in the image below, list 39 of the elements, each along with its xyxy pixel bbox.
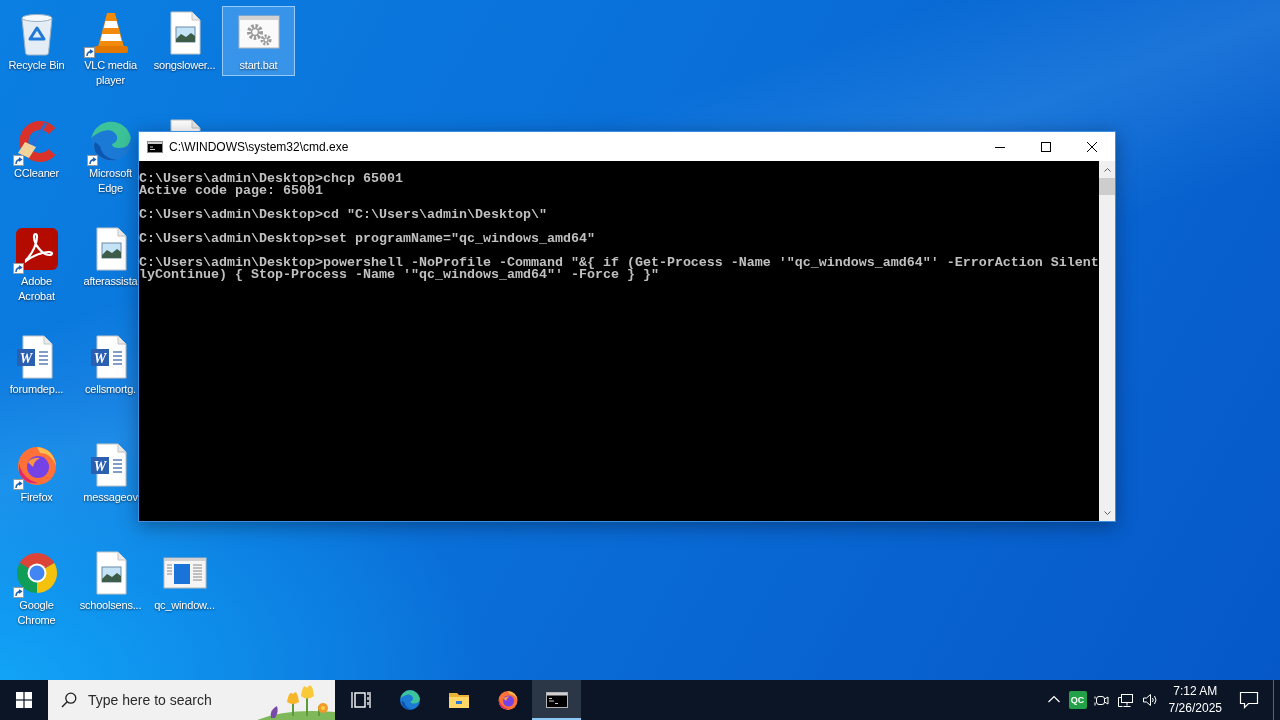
desktop-shortcut[interactable]: W forumdep... [8,330,65,400]
desktop-shortcut[interactable]: qc_window... [152,546,217,616]
scroll-thumb[interactable] [1099,178,1115,195]
windows-logo-icon [16,692,32,708]
volume-icon[interactable] [1141,692,1158,708]
desktop-shortcut[interactable]: Adobe Acrobat [11,222,62,307]
speech-bubble-icon [1239,691,1259,709]
console-icon [147,140,163,153]
close-icon [1087,141,1097,152]
app-tray-button[interactable]: QC [1068,691,1087,709]
search-input[interactable]: Type here to search [88,690,257,710]
desktop-shortcut[interactable]: VLC media player [82,6,139,91]
taskbar-button[interactable] [532,680,581,720]
desktop-shortcut[interactable]: schoolsens... [78,546,143,616]
window-title: C:\WINDOWS\system32\cmd.exe [169,139,349,154]
caret-up-icon [1103,167,1111,172]
search-bar[interactable]: Type here to search [48,680,335,720]
console-line: C:\Users\admin\Desktop>set programName="qc_windows_amd64" [139,233,595,245]
desktop-shortcut[interactable]: W messageov [82,438,139,508]
desktop-shortcut[interactable]: songslower... [152,6,217,76]
console-line: C:\Users\admin\Desktop>chcp 65001 [139,173,403,185]
console-line: C:\Users\admin\Desktop>cd "C:\Users\admin\Desktop\" [139,209,547,221]
desktop-shortcut[interactable]: CCleaner [11,114,62,184]
desktop-shortcut[interactable]: afterassista [82,222,139,292]
network-icon[interactable] [1117,692,1134,708]
wave-circle-icon [397,688,422,712]
caret-down-icon [1103,510,1111,515]
desktop-shortcut[interactable]: start.bat [222,6,295,76]
console-line: Active code page: 65001 [139,185,323,197]
search-icon [61,692,77,708]
desktop-shortcut[interactable]: Microsoft Edge [85,114,136,199]
clock-button[interactable]: 7:12 AM 7/26/2025 [1165,680,1225,720]
console-line: lyContinue) { Stop-Process -Name '"qc_windows_amd64"' -Force } }" [139,269,659,281]
maximize-icon [1041,141,1051,152]
console-line: C:\Users\admin\Desktop>powershell -NoProfile -Command "&{ if (Get-Process -Name '"qc_windows_amd64"' -ErrorAction Silent [139,257,1099,269]
desktop-shortcut[interactable]: W cellsmortg. [83,330,138,400]
desktop-shortcut[interactable]: Firefox [11,438,62,508]
desktop-shortcut[interactable]: Recycle Bin [7,6,66,76]
desktop-shortcut[interactable]: Google Chrome [11,546,62,631]
